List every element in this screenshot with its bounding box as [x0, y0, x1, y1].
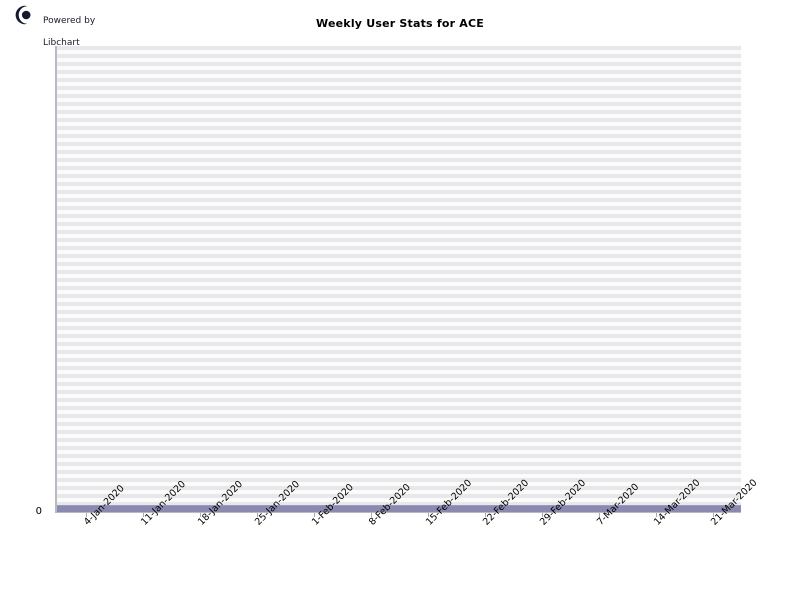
- y-axis-labels: 0: [0, 46, 50, 517]
- y-axis-tick-label: 0: [35, 506, 42, 517]
- chart-title: Weekly User Stats for ACE: [316, 17, 484, 30]
- x-axis-labels: 4-Jan-2020 11-Jan-2020 18-Jan-2020 25-Jan-2…: [57, 477, 760, 593]
- plot-container: [55, 46, 741, 513]
- plot-area-gridlines: [57, 46, 741, 512]
- y-axis-line: [55, 46, 57, 512]
